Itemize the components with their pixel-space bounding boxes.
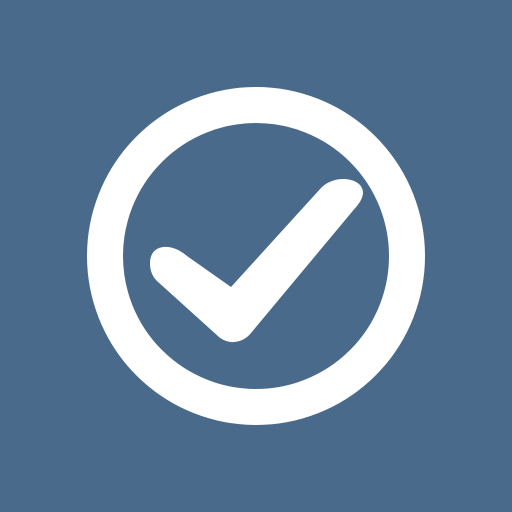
checkmark-shape xyxy=(150,178,363,343)
check-circle-icon xyxy=(87,87,425,425)
app-icon[interactable] xyxy=(0,0,512,512)
circle-outline xyxy=(87,87,425,425)
